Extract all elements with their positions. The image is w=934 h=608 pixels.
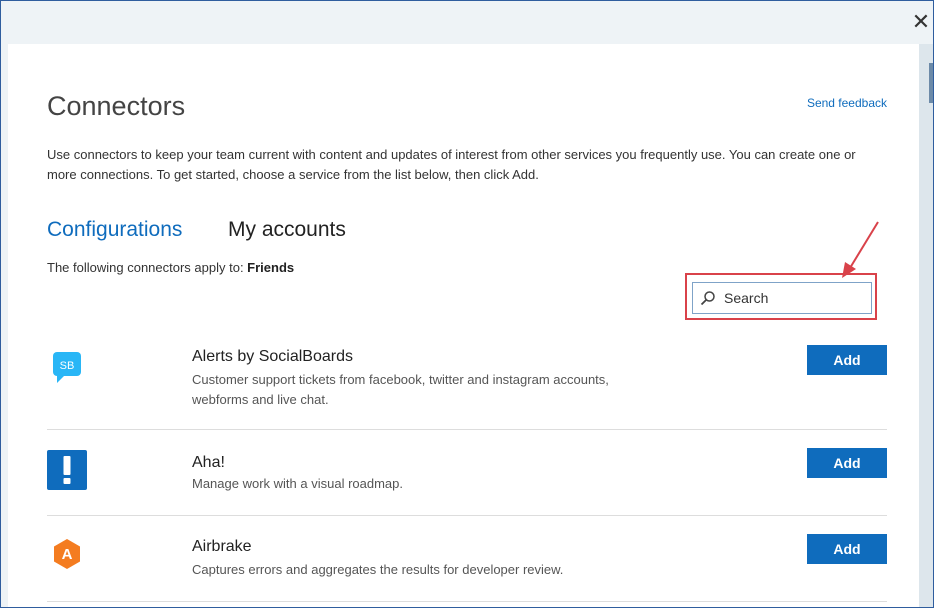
connector-description: Manage work with a visual roadmap. (192, 476, 403, 491)
connector-name: Alerts by SocialBoards (192, 348, 353, 365)
connector-description: Customer support tickets from facebook, … (192, 372, 609, 407)
add-airbrake-button[interactable]: Add (807, 534, 887, 564)
page-title: Connectors (47, 91, 186, 121)
close-icon[interactable]: ✕ (911, 9, 931, 35)
list-item: Aha! Manage work with a visual roadmap. … (47, 430, 887, 516)
top-strip (1, 1, 933, 44)
add-aha-button[interactable]: Add (807, 448, 887, 478)
team-name: Friends (247, 260, 295, 275)
applies-to-prefix: The following connectors apply to: (47, 260, 248, 275)
right-strip (919, 44, 933, 607)
window-frame: ✕ Connectors Send feedback Use connector… (0, 0, 934, 608)
tab-my-accounts[interactable]: My accounts (228, 218, 346, 242)
dialog-description: Use connectors to keep your team current… (47, 147, 856, 182)
socialboards-logo-text: SB (60, 360, 75, 372)
send-feedback-link[interactable]: Send feedback (807, 96, 887, 110)
list-item: A Airbrake Captures errors and aggregate… (47, 516, 887, 602)
connector-list: SB Alerts by SocialBoards Customer suppo… (47, 332, 887, 602)
connector-description: Captures errors and aggregates the resul… (192, 562, 564, 577)
aha-logo-icon (47, 450, 87, 495)
socialboards-logo-icon: SB (47, 348, 87, 393)
list-item: SB Alerts by SocialBoards Customer suppo… (47, 332, 887, 430)
search-box[interactable] (692, 282, 872, 314)
airbrake-logo-text: A (62, 546, 73, 563)
annotation-arrow-icon (842, 221, 879, 278)
scrollbar-thumb[interactable] (929, 63, 933, 103)
search-input[interactable] (724, 290, 864, 306)
connector-name: Airbrake (192, 538, 252, 555)
tab-configurations[interactable]: Configurations (47, 218, 182, 242)
search-icon (700, 291, 715, 306)
applies-to-text: The following connectors apply to: Frien… (47, 260, 294, 275)
add-socialboards-button[interactable]: Add (807, 345, 887, 375)
connector-name: Aha! (192, 454, 225, 471)
airbrake-logo-icon: A (47, 534, 87, 579)
connectors-dialog: Connectors Send feedback Use connectors … (8, 44, 919, 607)
